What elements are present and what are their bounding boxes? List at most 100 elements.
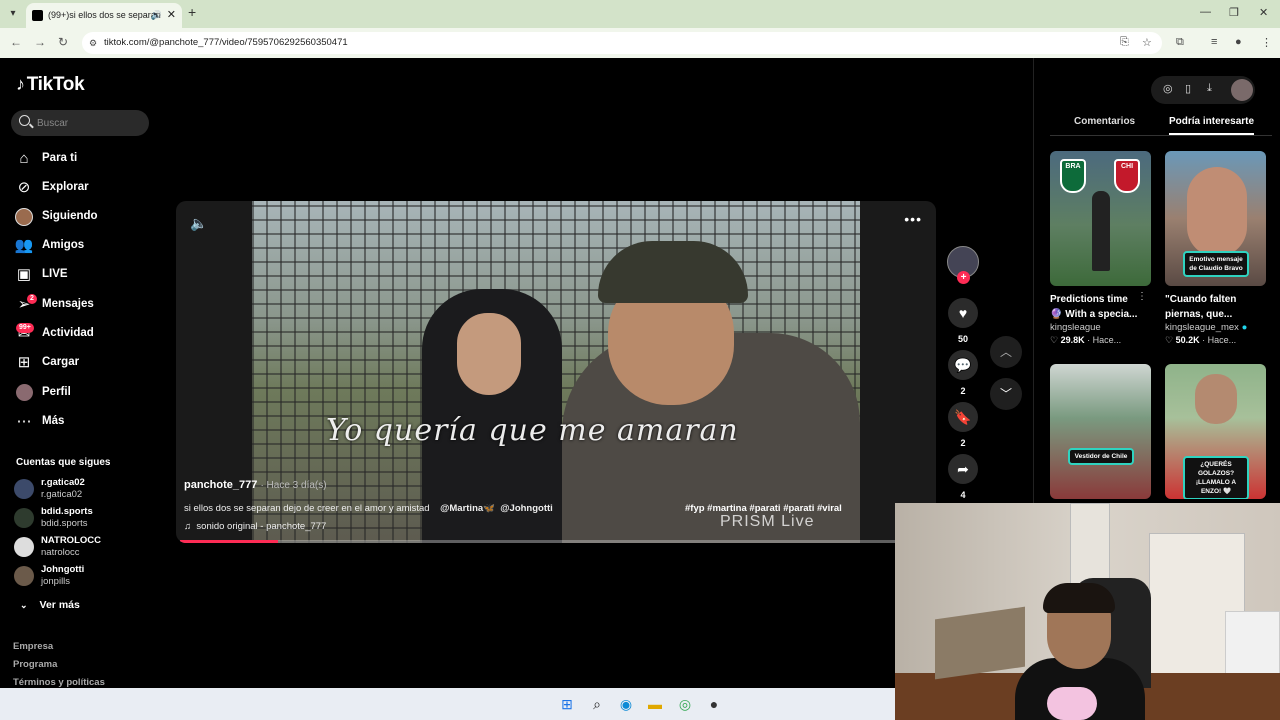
- following-account[interactable]: bdid.sports bdid.sports: [14, 505, 154, 531]
- nav-siguiendo[interactable]: Siguiendo: [14, 206, 154, 228]
- more-options-icon[interactable]: •••: [904, 211, 922, 227]
- profile-icon: [14, 384, 34, 402]
- webcam-overlay: [895, 503, 1280, 720]
- minimize-icon[interactable]: —: [1200, 6, 1211, 18]
- card-title-line2: 🔮 With a specia...: [1050, 309, 1138, 320]
- tab-podria-interesarte[interactable]: Podría interesarte: [1169, 116, 1255, 135]
- new-tab-button[interactable]: +: [188, 4, 196, 20]
- footer-link[interactable]: Empresa: [13, 641, 53, 652]
- volume-icon[interactable]: 🔈: [190, 215, 207, 232]
- chrome-icon[interactable]: ◎: [676, 695, 694, 713]
- url-field[interactable]: ⚙ tiktok.com/@panchote_777/video/7595706…: [82, 32, 1162, 54]
- search-input[interactable]: [37, 114, 142, 132]
- back-icon[interactable]: ←: [10, 35, 22, 49]
- nav-label: Para ti: [42, 152, 78, 164]
- video-thumbnail: BRA CHI: [1050, 151, 1151, 286]
- windows-start-icon[interactable]: ⊞: [558, 695, 576, 713]
- save-count: 2: [960, 438, 966, 448]
- taskbar-search-icon[interactable]: ⌕: [588, 695, 606, 713]
- previous-video-button[interactable]: ︿: [990, 336, 1022, 368]
- nav-label: Siguiendo: [42, 210, 98, 222]
- avatar: [14, 537, 34, 557]
- nav-label: Cargar: [42, 356, 80, 368]
- nav-mas[interactable]: ⋯ Más: [14, 411, 154, 433]
- footer-link[interactable]: Términos y políticas: [13, 677, 105, 688]
- browser-tab[interactable]: (99+)si ellos dos se separan 🔊 ✕: [26, 3, 182, 28]
- speaker-icon[interactable]: 🔊: [151, 3, 162, 28]
- following-account[interactable]: Johngotti jonpills: [14, 563, 154, 589]
- follow-plus-icon[interactable]: +: [957, 271, 970, 284]
- card-menu-icon[interactable]: ⋮: [1137, 291, 1147, 302]
- profile-avatar-icon[interactable]: ●: [1235, 36, 1242, 48]
- user-avatar-icon[interactable]: [1231, 79, 1253, 101]
- next-video-button[interactable]: ﹀: [990, 378, 1022, 410]
- share-button[interactable]: ➦: [948, 454, 978, 484]
- tab-search-dropdown-icon[interactable]: ▾: [4, 5, 22, 23]
- nav-cargar[interactable]: ⊞ Cargar: [14, 352, 154, 374]
- nav-label: Explorar: [42, 181, 89, 193]
- maximize-icon[interactable]: ❐: [1229, 6, 1239, 19]
- card-stats: ♡ 50.2K · Hace...: [1165, 335, 1237, 345]
- webcam-pink-object: [1047, 687, 1097, 720]
- see-more-button[interactable]: ⌄ Ver más: [20, 599, 80, 611]
- bookmark-button[interactable]: 🔖: [948, 402, 978, 432]
- account-handle: r.gatica02: [41, 489, 83, 500]
- nav-perfil[interactable]: Perfil: [14, 382, 154, 404]
- following-account[interactable]: NATROLOCC natrolocc: [14, 534, 154, 560]
- extensions-icon[interactable]: ⧉: [1176, 36, 1184, 49]
- following-section-title: Cuentas que sigues: [16, 457, 111, 468]
- recommended-video-card[interactable]: ¿QUERÉS GOLAZOS? ¡LLAMALO A ENZO! 🤍: [1165, 364, 1266, 499]
- sound-link[interactable]: ♫ sonido original - panchote_777: [184, 521, 326, 532]
- video-cap: [598, 241, 748, 303]
- obs-icon[interactable]: ●: [705, 695, 723, 713]
- avatar: [14, 566, 34, 586]
- reload-icon[interactable]: ↻: [58, 35, 68, 49]
- window-close-icon[interactable]: ✕: [1259, 6, 1268, 19]
- panel-tabs: Comentarios Podría interesarte: [1050, 114, 1272, 136]
- sidebar: ♪TikTok ⌂ Para ti ⊘ Explorar Siguiendo 👥…: [0, 58, 165, 688]
- edge-icon[interactable]: ◉: [617, 695, 635, 713]
- tab-close-icon[interactable]: ✕: [167, 3, 176, 28]
- mention-link[interactable]: @Johngotti: [500, 503, 553, 514]
- device-icon[interactable]: ▯: [1185, 82, 1191, 95]
- mention-link[interactable]: @Martina🦋: [440, 503, 495, 514]
- browser-menu-icon[interactable]: ⋮: [1261, 36, 1272, 49]
- bookmark-star-icon[interactable]: ☆: [1142, 36, 1152, 49]
- forward-icon[interactable]: →: [34, 35, 46, 49]
- search-box[interactable]: [11, 110, 149, 136]
- video-progress-bar[interactable]: [180, 540, 932, 543]
- heart-outline-icon: ♡: [1050, 335, 1059, 345]
- install-app-icon[interactable]: ⎘: [1120, 36, 1129, 49]
- video-author[interactable]: panchote_777 · Hace 3 día(s): [184, 479, 327, 491]
- card-user: kingsleague_mex ●: [1165, 322, 1248, 333]
- footer-link[interactable]: Programa: [13, 659, 57, 670]
- nav-amigos[interactable]: 👥 Amigos: [14, 235, 154, 257]
- file-explorer-icon[interactable]: ▬: [646, 695, 664, 713]
- tiktok-logo[interactable]: ♪ TikTok: [16, 74, 85, 96]
- nav-explorar[interactable]: ⊘ Explorar: [14, 177, 154, 199]
- card-stats: ♡ 29.8K · Hace...: [1050, 335, 1122, 345]
- comment-button[interactable]: 💬: [948, 350, 978, 380]
- chi-crest: CHI: [1114, 159, 1140, 193]
- media-controls-icon[interactable]: ≡: [1211, 36, 1217, 48]
- account-handle: natrolocc: [41, 547, 80, 558]
- tab-comentarios[interactable]: Comentarios: [1074, 116, 1135, 127]
- video-player[interactable]: Yo quería que me amaran 🔈 ••• panchote_7…: [176, 201, 936, 543]
- like-button[interactable]: ♥: [948, 298, 978, 328]
- nav-live[interactable]: ▣ LIVE: [14, 264, 154, 286]
- recommended-video-card[interactable]: BRA CHI Predictions time 🔮 With a specia…: [1050, 151, 1151, 346]
- prism-live-watermark: PRISM Live: [720, 513, 815, 530]
- recommended-video-card[interactable]: Vestidor de Chile: [1050, 364, 1151, 499]
- nav-actividad[interactable]: ✉ 99+ Actividad: [14, 323, 154, 345]
- nav-label: Más: [42, 415, 65, 427]
- video-caption: si ellos dos se separan dejo de creer en…: [184, 503, 553, 514]
- card-title: Predictions time: [1050, 294, 1128, 305]
- nav-mensajes[interactable]: ➢ 2 Mensajes: [14, 294, 154, 316]
- nav-para-ti[interactable]: ⌂ Para ti: [14, 148, 154, 170]
- following-account[interactable]: r.gatica02 r.gatica02: [14, 476, 154, 502]
- activity-badge: 99+: [16, 323, 34, 333]
- site-settings-icon[interactable]: ⚙: [89, 32, 97, 54]
- coin-icon[interactable]: ◎: [1163, 82, 1173, 95]
- download-icon[interactable]: ⤓: [1207, 82, 1212, 95]
- recommended-video-card[interactable]: Emotivo mensaje de Claudio Bravo "Cuando…: [1165, 151, 1266, 346]
